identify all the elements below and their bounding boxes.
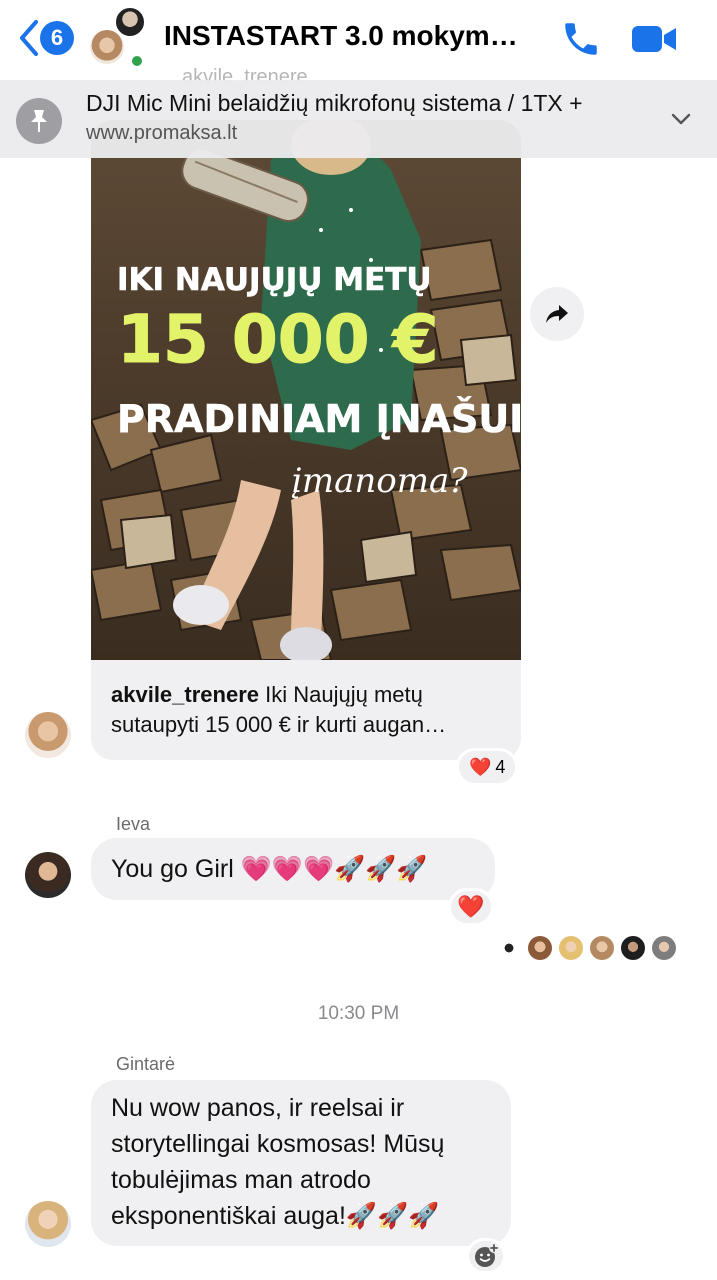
post-script-text: įmanoma? — [291, 461, 468, 501]
reaction-pill[interactable]: ❤️ — [448, 888, 494, 926]
unread-count-badge: 6 — [40, 21, 74, 55]
message-line: tobulėjimas man atrodo — [111, 1166, 371, 1194]
message-bubble[interactable]: You go Girl 💗💗💗🚀🚀🚀 — [91, 838, 495, 900]
post-headline-1: IKI NAUJŲJŲ METŲ — [117, 262, 432, 298]
add-emoji-icon — [475, 1243, 499, 1267]
sender-name: Gintarė — [116, 1054, 176, 1074]
avatar[interactable] — [25, 712, 71, 758]
post-caption: akvile_trenere Iki Naujųjų metų sutaupyt… — [111, 680, 511, 740]
add-reaction-button[interactable] — [466, 1238, 506, 1274]
phone-call-icon[interactable] — [560, 18, 602, 60]
message-line: eksponentiškai auga!🚀🚀🚀 — [111, 1202, 440, 1230]
message-line: storytellingai kosmosas! Mūsų — [111, 1130, 445, 1158]
heart-reaction-icon: ❤️ — [469, 756, 492, 777]
share-button[interactable] — [530, 287, 584, 341]
post-image[interactable]: IKI NAUJŲJŲ METŲ 15 000 € PRADINIAM ĮNAŠ… — [91, 120, 521, 660]
post-image-graphic: IKI NAUJŲJŲ METŲ 15 000 € PRADINIAM ĮNAŠ… — [91, 120, 521, 660]
member-avatar — [88, 28, 126, 66]
seen-avatar — [652, 936, 676, 960]
sender-name: Ieva — [116, 814, 151, 834]
video-call-icon[interactable] — [630, 20, 678, 58]
post-headline-3: PRADINIAM ĮNAŠUI — [117, 397, 521, 441]
group-avatar[interactable] — [88, 6, 150, 68]
read-receipts[interactable] — [497, 936, 676, 960]
chevron-down-icon[interactable] — [670, 112, 692, 126]
chat-title[interactable]: INSTASTART 3.0 mokymų… — [164, 20, 534, 52]
message-line: Nu wow panos, ir reelsai ir — [111, 1094, 405, 1122]
reaction-count: 4 — [495, 756, 506, 777]
caption-line-2: sutaupyti 15 000 € ir kurti augan… — [111, 712, 447, 737]
message-bubble[interactable]: Nu wow panos, ir reelsai ir storytelling… — [91, 1080, 511, 1246]
shared-post-card[interactable]: IKI NAUJŲJŲ METŲ 15 000 € PRADINIAM ĮNAŠ… — [91, 120, 521, 760]
reaction-pill[interactable]: ❤️ 4 — [456, 748, 519, 786]
seen-avatar — [590, 936, 614, 960]
seen-avatar — [559, 936, 583, 960]
pinned-url: www.promaksa.lt — [86, 122, 238, 144]
online-indicator — [130, 54, 144, 68]
post-username: akvile_trenere — [111, 682, 259, 707]
pin-icon — [16, 98, 62, 144]
seen-avatar — [621, 936, 645, 960]
caption-line-1: Iki Naujųjų metų — [259, 682, 423, 707]
post-amount: 15 000 € — [117, 301, 439, 378]
back-button[interactable]: 6 — [18, 18, 74, 58]
pinned-title: DJI Mic Mini belaidžių mikrofonų sistema… — [86, 90, 583, 116]
share-arrow-icon — [546, 305, 568, 323]
seen-avatar — [528, 936, 552, 960]
chat-header: 6 INSTASTART 3.0 mokymų… — [0, 0, 717, 80]
seen-avatar — [497, 936, 521, 960]
avatar[interactable] — [25, 852, 71, 898]
pinned-message-banner[interactable]: DJI Mic Mini belaidžių mikrofonų sistema… — [0, 80, 717, 158]
chevron-left-icon — [20, 20, 38, 56]
avatar[interactable] — [25, 1201, 71, 1247]
timestamp: 10:30 PM — [317, 1003, 400, 1024]
heart-reaction-icon: ❤️ — [457, 894, 485, 919]
